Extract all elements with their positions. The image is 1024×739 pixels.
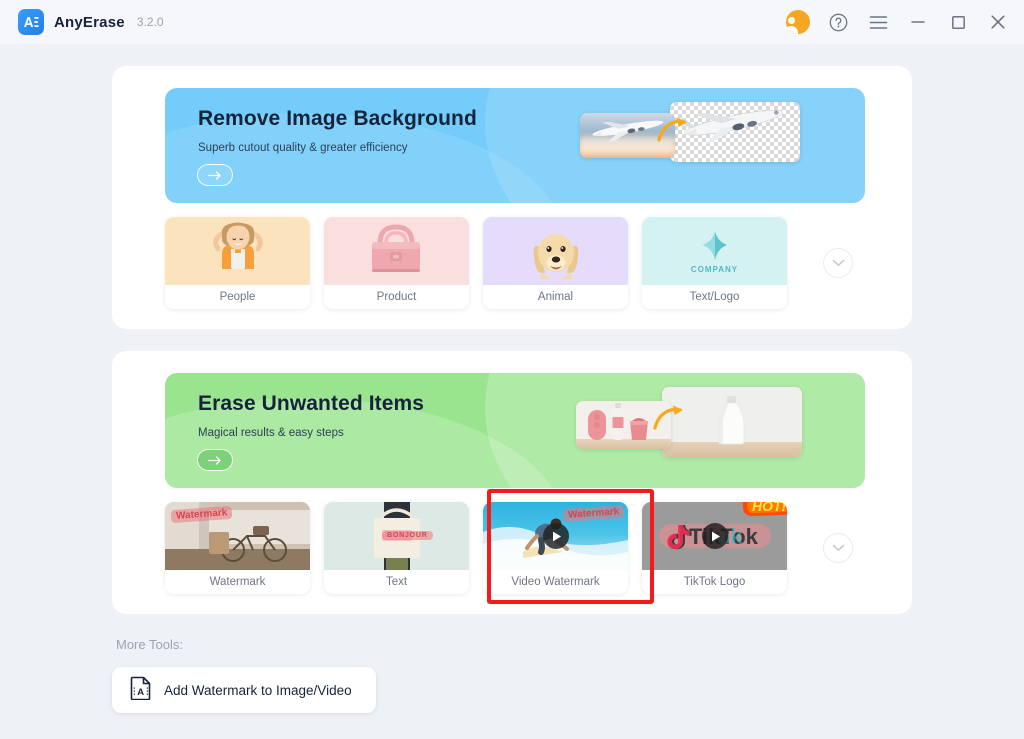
section-remove-image-background: Remove Image Background Superb cutout qu… [112,66,912,329]
minimize-button[interactable] [906,10,930,34]
banner-cta-button[interactable] [197,449,233,471]
expand-erase-categories-button[interactable] [823,533,853,563]
close-button[interactable] [986,10,1010,34]
banner-remove-image-background[interactable]: Remove Image Background Superb cutout qu… [165,88,865,203]
card-animal[interactable]: Animal [483,217,628,309]
card-label-animal: Animal [483,285,628,309]
app-brand: AnyErase 3.2.0 [18,9,164,35]
app-name: AnyErase [54,13,125,31]
svg-text:A: A [137,687,144,698]
banner-erase-unwanted-items[interactable]: Erase Unwanted Items Magical results & e… [165,373,865,488]
banner-subtitle: Superb cutout quality & greater efficien… [198,142,408,154]
transform-arrow-icon [657,117,687,142]
card-thumb-product [324,217,469,285]
app-version: 3.2.0 [136,15,164,29]
app-logo-icon [18,9,44,35]
card-row-erase: Watermark Watermark BONJOUR Text Waterma… [165,502,853,594]
section-erase-unwanted-items: Erase Unwanted Items Magical results & e… [112,351,912,614]
card-thumb-watermark: Watermark [165,502,310,570]
card-thumb-video-watermark: Watermark [483,502,628,570]
title-bar: AnyErase 3.2.0 [0,0,1024,44]
text-overlay-text: BONJOUR [382,531,433,540]
arrow-right-icon [207,455,221,465]
card-thumb-animal [483,217,628,285]
card-label-watermark: Watermark [165,570,310,594]
arrow-right-icon [207,170,221,180]
company-logo-caption: COMPANY [690,264,739,274]
banner-subtitle: Magical results & easy steps [198,427,344,439]
card-product[interactable]: Product [324,217,469,309]
banner-cta-button[interactable] [197,164,233,186]
banner-title: Erase Unwanted Items [198,392,425,415]
card-label-text-logo: Text/Logo [642,285,787,309]
card-label-people: People [165,285,310,309]
card-thumb-tiktok-logo: TikTok ok [642,502,787,570]
more-tools-label: More Tools: [116,637,183,652]
chevron-down-icon [832,544,844,551]
expand-background-categories-button[interactable] [823,248,853,278]
card-text-logo[interactable]: COMPANY Text/Logo [642,217,787,309]
transform-arrow-icon [653,405,683,430]
card-video-watermark[interactable]: Watermark Video Watermark [483,502,628,594]
card-text[interactable]: BONJOUR Text [324,502,469,594]
more-tool-label: Add Watermark to Image/Video [164,682,352,698]
play-icon [711,531,720,541]
card-label-tiktok-logo: TikTok Logo [642,570,787,594]
card-thumb-text: BONJOUR [324,502,469,570]
tiktok-play-button[interactable] [701,523,728,549]
menu-button[interactable] [866,10,890,34]
card-row-background: People Product Animal COMPANY Text/Logo [165,217,853,309]
card-label-product: Product [324,285,469,309]
account-button[interactable] [786,10,810,34]
video-play-button[interactable] [542,523,569,549]
card-label-video-watermark: Video Watermark [483,570,628,594]
help-button[interactable] [826,10,850,34]
card-people[interactable]: People [165,217,310,309]
banner-title: Remove Image Background [198,107,477,130]
card-watermark[interactable]: Watermark Watermark [165,502,310,594]
window-controls [786,0,1010,44]
chevron-down-icon [832,259,844,266]
card-thumb-text-logo: COMPANY [642,217,787,285]
maximize-button[interactable] [946,10,970,34]
document-text-icon: A [130,676,152,705]
account-avatar-icon [786,10,810,34]
play-icon [552,531,561,541]
more-tool-add-watermark-button[interactable]: A Add Watermark to Image/Video [112,667,376,713]
card-tiktok-logo[interactable]: TikTok ok HOT! Tik [642,502,787,594]
card-thumb-people [165,217,310,285]
company-diamond-icon [702,230,727,260]
card-label-text: Text [324,570,469,594]
